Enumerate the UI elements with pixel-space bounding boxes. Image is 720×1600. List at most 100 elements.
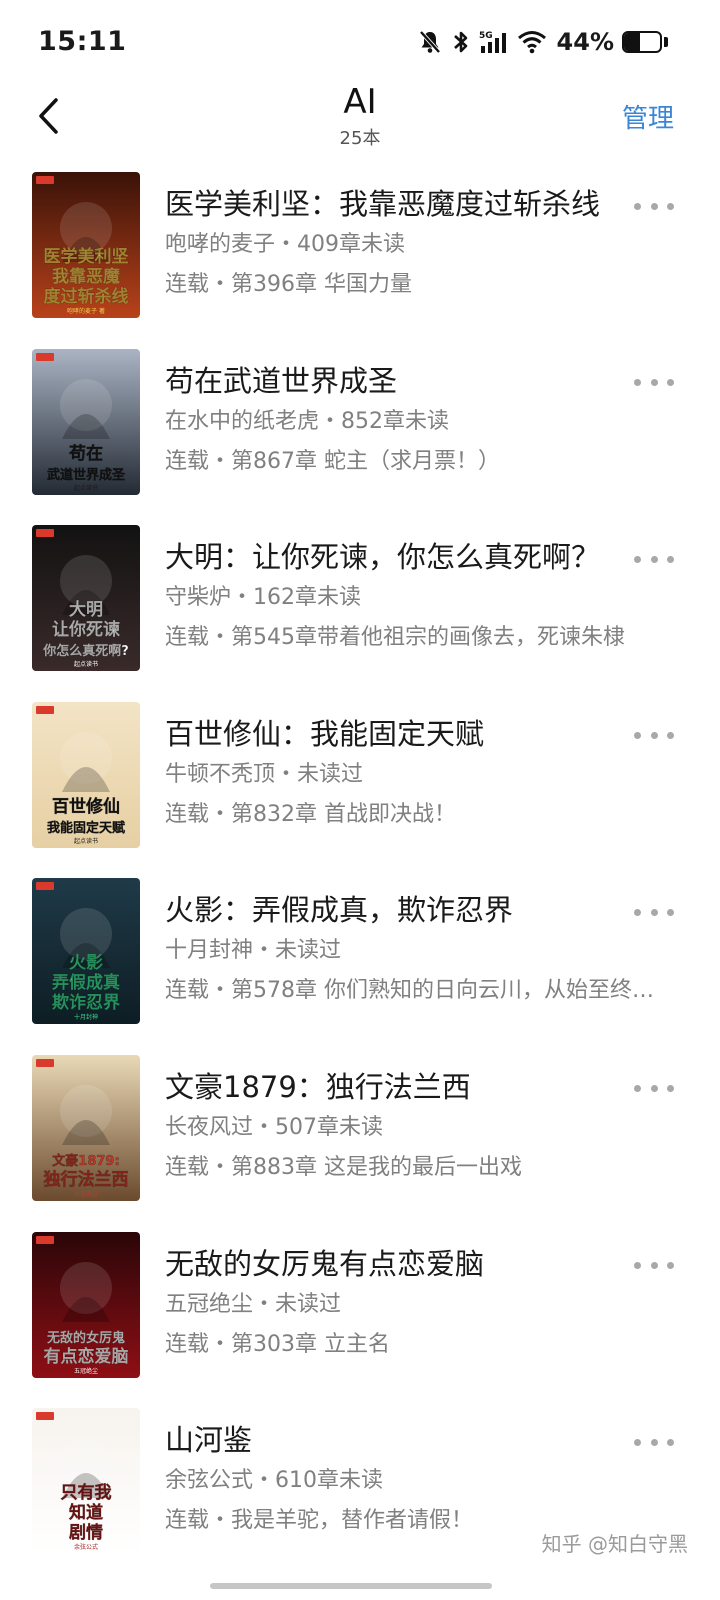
book-title: 大明：让你死谏，你怎么真死啊？	[165, 540, 601, 575]
book-cover[interactable]: 医学美利坚 我靠恶魔 度过斩杀线 咆哮的麦子 著	[32, 172, 140, 318]
book-cover[interactable]: 百世修仙 我能固定天赋 起点读书	[32, 701, 140, 848]
more-dot-icon	[667, 555, 674, 563]
more-dot-icon	[650, 1438, 658, 1446]
book-list: 医学美利坚 我靠恶魔 度过斩杀线 咆哮的麦子 著 医学美利坚：我靠恶魔度过斩杀线 咆…	[0, 168, 720, 1581]
status-bar: 15:11 5G 44%	[0, 0, 720, 86]
status-time: 15:11	[38, 26, 127, 57]
book-cover[interactable]: 无敌的女厉鬼 有点恋爱脑 五冠绝尘	[32, 1231, 140, 1378]
book-meta: 咆哮的麦子・409章未读	[165, 232, 405, 257]
book-cover-art: 医学美利坚我靠恶魔度过斩杀线 咆哮的麦子 著	[32, 172, 140, 318]
book-item[interactable]: 无敌的女厉鬼 有点恋爱脑 五冠绝尘 无敌的女厉鬼有点恋爱脑 五冠绝尘・未读过 连载…	[0, 1228, 720, 1405]
more-dot-icon	[650, 1262, 658, 1270]
book-latest-chapter: 连载・第303章 立主名	[165, 1331, 390, 1357]
book-cover-art: 文豪1879:独行法兰西 长夜风过	[32, 1054, 140, 1201]
book-meta: 在水中的纸老虎・852章未读	[165, 408, 449, 434]
book-cover[interactable]: 苟在 武道世界成圣 起点读书	[32, 348, 140, 495]
battery-tip	[664, 37, 668, 47]
book-cover-art: 百世修仙我能固定天赋 起点读书	[32, 701, 140, 848]
more-dot-icon	[650, 202, 658, 210]
status-icons: 5G 44%	[417, 28, 668, 56]
more-dot-icon	[634, 732, 641, 740]
book-info[interactable]: 无敌的女厉鬼有点恋爱脑 五冠绝尘・未读过 连载・第303章 立主名	[165, 1244, 620, 1361]
cover-author: 长夜风过	[74, 1190, 98, 1198]
cover-title-line: 火影	[69, 953, 103, 973]
more-dot-icon	[634, 1085, 641, 1093]
book-cover[interactable]: 大明 让你死谏 你怎么真死啊? 起点读书	[32, 525, 140, 672]
book-info[interactable]: 火影：弄假成真，欺诈忍界 十月封神・未读过 连载・第578章 你们熟知的日向云川…	[165, 890, 670, 1007]
more-options-button[interactable]	[634, 902, 674, 922]
cover-title-line: 我靠恶魔	[52, 266, 120, 287]
more-dot-icon	[650, 1085, 658, 1093]
cover-title-line: 百世修仙	[52, 796, 120, 817]
more-dot-icon	[634, 908, 641, 916]
cover-author: 咆哮的麦子 著	[67, 307, 105, 315]
book-title: 苟在武道世界成圣	[165, 363, 398, 398]
more-dot-icon	[650, 732, 658, 740]
more-dot-icon	[650, 379, 658, 387]
book-cover-art: 无敌的女厉鬼有点恋爱脑 五冠绝尘	[32, 1231, 140, 1378]
cover-title-line: 无敌的女厉鬼	[46, 1330, 125, 1346]
book-info[interactable]: 山河鉴 余弦公式・610章未读 连载・我是羊驼，替作者请假！	[165, 1420, 620, 1537]
cover-title-line: 文豪1879:	[52, 1153, 119, 1169]
book-latest-chapter: 连载・第867章 蛇主（求月票！）	[165, 448, 500, 474]
more-options-button[interactable]	[634, 373, 674, 393]
cover-title-line: 大明	[69, 599, 103, 620]
cover-title-line: 武道世界成圣	[47, 467, 126, 483]
more-dot-icon	[667, 379, 674, 387]
book-latest-chapter: 连载・第396章 华国力量	[165, 272, 412, 297]
book-item[interactable]: 苟在 武道世界成圣 起点读书 苟在武道世界成圣 在水中的纸老虎・852章未读 连载…	[0, 345, 720, 522]
home-indicator[interactable]	[210, 1583, 492, 1589]
book-info[interactable]: 百世修仙：我能固定天赋 牛顿不秃顶・未读过 连载・第832章 首战即决战！	[165, 714, 620, 831]
book-info[interactable]: 苟在武道世界成圣 在水中的纸老虎・852章未读 连载・第867章 蛇主（求月票！…	[165, 361, 620, 478]
book-cover[interactable]: 文豪1879: 独行法兰西 长夜风过	[32, 1054, 140, 1201]
battery-percent: 44%	[556, 28, 614, 56]
cover-title-line: 弄假成真	[51, 972, 120, 993]
book-latest-chapter: 连载・第883章 这是我的最后一出戏	[165, 1154, 522, 1180]
header: AI 25本 管理	[0, 80, 720, 160]
book-item[interactable]: 百世修仙 我能固定天赋 起点读书 百世修仙：我能固定天赋 牛顿不秃顶・未读过 连载…	[0, 698, 720, 875]
book-info[interactable]: 医学美利坚：我靠恶魔度过斩杀线 咆哮的麦子・409章未读 连载・第396章 华国…	[165, 184, 620, 301]
book-item[interactable]: 文豪1879: 独行法兰西 长夜风过 文豪1879：独行法兰西 长夜风过・507章…	[0, 1051, 720, 1228]
book-meta: 五冠绝尘・未读过	[165, 1291, 342, 1317]
cover-title-line: 有点恋爱脑	[44, 1346, 129, 1367]
book-latest-chapter: 连载・第578章 你们熟知的日向云川，从始至终都是假的	[165, 978, 670, 1004]
cover-title-line: 度过斩杀线	[44, 286, 129, 307]
more-dot-icon	[667, 908, 674, 916]
book-cover-art: 苟在武道世界成圣 起点读书	[32, 348, 140, 495]
more-options-button[interactable]	[634, 1432, 674, 1452]
book-item[interactable]: 火影 弄假成真 欺诈忍界 十月封神 火影：弄假成真，欺诈忍界 十月封神・未读过 连载…	[0, 874, 720, 1051]
more-dot-icon	[634, 1262, 641, 1270]
book-item[interactable]: 大明 让你死谏 你怎么真死啊? 起点读书 大明：让你死谏，你怎么真死啊？ 守柴炉・1…	[0, 521, 720, 698]
more-dot-icon	[634, 1438, 641, 1446]
cover-title-line: 让你死谏	[52, 619, 120, 640]
more-dot-icon	[650, 908, 658, 916]
cover-author: 五冠绝尘	[74, 1367, 98, 1375]
more-dot-icon	[667, 1262, 674, 1270]
page-title: AI	[343, 82, 377, 122]
book-cover[interactable]: 只有我 知道 剧情 余弦公式	[32, 1408, 140, 1555]
book-cover[interactable]: 火影 弄假成真 欺诈忍界 十月封神	[32, 878, 140, 1025]
book-meta: 守柴炉・162章未读	[165, 585, 361, 611]
header-center: AI 25本	[0, 82, 720, 150]
book-info[interactable]: 文豪1879：独行法兰西 长夜风过・507章未读 连载・第883章 这是我的最后…	[165, 1067, 620, 1184]
book-cover-art: 大明让你死谏你怎么真死啊? 起点读书	[32, 525, 140, 672]
more-dot-icon	[634, 202, 641, 210]
book-meta: 牛顿不秃顶・未读过	[165, 761, 364, 787]
more-options-button[interactable]	[634, 1256, 674, 1276]
book-title: 无敌的女厉鬼有点恋爱脑	[165, 1246, 485, 1281]
battery-icon	[622, 31, 662, 53]
more-options-button[interactable]	[634, 549, 674, 569]
book-item[interactable]: 医学美利坚 我靠恶魔 度过斩杀线 咆哮的麦子 著 医学美利坚：我靠恶魔度过斩杀线 咆…	[0, 168, 720, 345]
manage-button[interactable]: 管理	[622, 98, 674, 135]
more-options-button[interactable]	[634, 726, 674, 746]
book-info[interactable]: 大明：让你死谏，你怎么真死啊？ 守柴炉・162章未读 连载・第545章带着他祖宗…	[165, 537, 625, 654]
cover-author: 起点读书	[74, 837, 98, 845]
cover-title-line: 只有我	[61, 1482, 112, 1503]
mute-icon	[417, 29, 443, 55]
book-meta: 十月封神・未读过	[165, 938, 342, 964]
more-options-button[interactable]	[634, 196, 674, 216]
book-cover-art: 只有我知道剧情 余弦公式	[32, 1408, 140, 1555]
more-options-button[interactable]	[634, 1079, 674, 1099]
book-latest-chapter: 连载・第545章带着他祖宗的画像去，死谏朱棣	[165, 625, 625, 651]
book-title: 医学美利坚：我靠恶魔度过斩杀线	[165, 187, 601, 221]
